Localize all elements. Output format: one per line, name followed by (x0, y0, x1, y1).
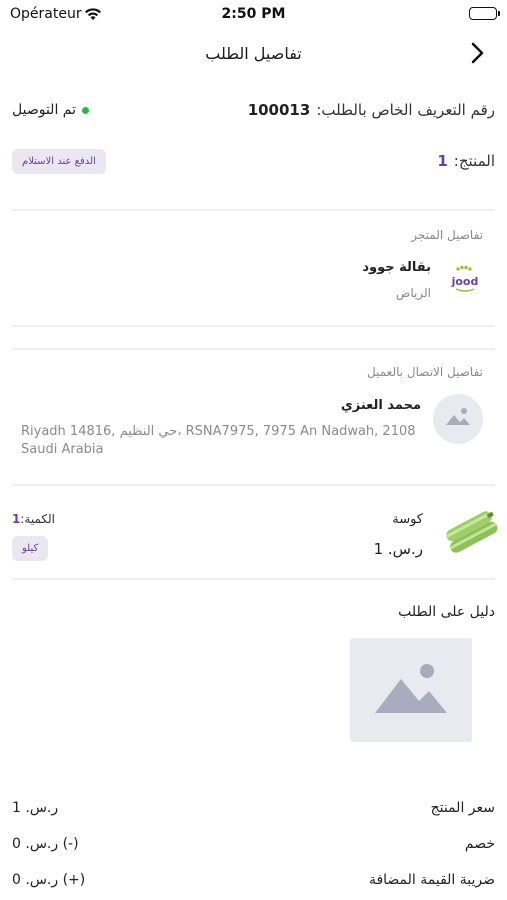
product-label: المنتج: (453, 152, 495, 170)
product-row: المنتج: 1 الدفع عند الاستلام (12, 146, 495, 176)
divider (12, 348, 495, 350)
status-bar: Opérateur 2:50 PM (0, 0, 507, 30)
back-button[interactable] (463, 40, 493, 70)
product-price: ر.س. 1 (373, 540, 423, 558)
store-name: بقالة جوود (362, 260, 431, 275)
order-id-label: رقم التعريف الخاص بالطلب: (316, 101, 495, 119)
product-image (443, 506, 498, 558)
customer-address: Riyadh 14816, حي النظيم، RSNA7975, 7975 … (21, 424, 416, 457)
page-title: تفاصيل الطلب (205, 44, 302, 63)
order-status-label: تم التوصيل (12, 102, 76, 118)
summary-label: ضريبة القيمة المضافة (368, 872, 495, 888)
product-count: المنتج: 1 (437, 152, 495, 170)
divider (12, 484, 495, 486)
summary-value: (+) ر.س. 0 (12, 872, 86, 888)
store-logo-text: jood (451, 275, 479, 288)
order-item-row: كوسة ر.س. 1 الكمية:1 (12, 506, 498, 570)
store-section-title: تفاصيل المتجر (411, 228, 483, 242)
summary-row-vat: ضريبة القيمة المضافة (+) ر.س. 0 (12, 868, 495, 892)
summary-row-price: سعر المنتج ر.س. 1 (12, 796, 495, 820)
product-quantity: الكمية:1 (12, 512, 55, 526)
order-id: رقم التعريف الخاص بالطلب: 100013 (248, 101, 495, 119)
unit-badge: كيلو (12, 536, 49, 561)
image-placeholder-icon (371, 657, 451, 723)
image-placeholder-icon (443, 405, 473, 433)
avatar (433, 394, 483, 444)
divider (12, 209, 495, 211)
order-id-value: 100013 (247, 101, 311, 119)
divider (12, 578, 495, 580)
summary-value: ر.س. 1 (12, 800, 59, 816)
summary-row-discount: خصم (-) ر.س. 0 (12, 832, 495, 856)
product-count-value: 1 (437, 152, 448, 170)
customer-name: محمد العنزي (340, 398, 421, 413)
summary-value: (-) ر.س. 0 (12, 836, 79, 852)
status-dot-icon (82, 106, 89, 114)
store-city: الرياض (395, 286, 431, 300)
chevron-right-icon (471, 42, 485, 68)
battery-icon (469, 7, 500, 20)
proof-image[interactable] (350, 638, 472, 742)
summary-label: خصم (464, 836, 495, 852)
product-name: كوسة (392, 512, 423, 527)
nav-bar: تفاصيل الطلب (0, 36, 507, 76)
summary-label: سعر المنتج (430, 800, 495, 816)
order-id-row: رقم التعريف الخاص بالطلب: 100013 تم التوص… (12, 96, 495, 124)
quantity-label: الكمية: (20, 512, 56, 526)
customer-section-title: تفاصيل الاتصال بالعميل (367, 365, 483, 379)
clock: 2:50 PM (221, 6, 286, 22)
store-card: jood بقالة جوود الرياض (283, 258, 483, 308)
payment-method-badge: الدفع عند الاستلام (12, 148, 106, 174)
proof-section-title: دليل على الطلب (398, 604, 495, 620)
order-status: تم التوصيل (12, 102, 89, 118)
store-logo: jood (447, 262, 483, 298)
divider (12, 325, 495, 327)
